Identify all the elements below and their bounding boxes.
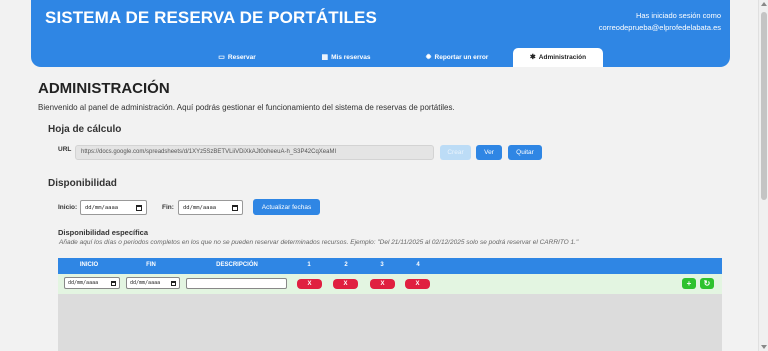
col-fin: FIN <box>146 262 156 268</box>
session-email: correodeprueba@elprofedelabata.es <box>598 23 721 32</box>
end-label: Fin: <box>162 204 174 211</box>
gear-icon: ✱ <box>529 54 536 61</box>
main-nav: ▭ Reservar ▦ Mis reservas ✹ Reportar un … <box>183 48 603 67</box>
tab-reportar-error[interactable]: ✹ Reportar un error <box>401 48 513 67</box>
resource-2-toggle[interactable]: X <box>333 279 358 289</box>
tab-label: Mis reservas <box>331 54 371 61</box>
resource-4-toggle[interactable]: X <box>405 279 430 289</box>
calendar-icon <box>111 280 116 286</box>
calendar-icon <box>171 280 176 286</box>
tab-administracion[interactable]: ✱ Administración <box>513 48 603 67</box>
url-label: URL <box>58 146 72 153</box>
tab-label: Reportar un error <box>434 54 489 61</box>
date-placeholder: dd/mm/aaaa <box>85 204 119 211</box>
remove-button[interactable]: Quitar <box>508 145 542 160</box>
view-button[interactable]: Ver <box>476 145 502 160</box>
availability-section-title: Disponibilidad <box>48 178 117 189</box>
bug-icon: ✹ <box>425 54 432 61</box>
tab-mis-reservas[interactable]: ▦ Mis reservas <box>291 48 401 67</box>
start-date-input[interactable]: dd/mm/aaaa <box>80 200 147 215</box>
calendar-icon: ▦ <box>321 54 329 61</box>
laptop-icon: ▭ <box>218 54 225 61</box>
scroll-down-icon[interactable] <box>761 345 767 349</box>
resource-1-toggle[interactable]: X <box>297 279 322 289</box>
session-info: Has iniciado sesión como correodeprueba@… <box>599 10 721 34</box>
row-description-input[interactable] <box>186 278 287 289</box>
col-resource-2: 2 <box>344 262 348 268</box>
specific-availability-title: Disponibilidad específica <box>58 228 149 237</box>
col-resource-4: 4 <box>416 262 420 268</box>
welcome-text: Bienvenido al panel de administración. A… <box>38 103 455 112</box>
row-end-date-input[interactable]: dd/mm/aaaa <box>126 277 180 289</box>
page-scrollbar[interactable] <box>758 0 768 351</box>
app-title: SISTEMA DE RESERVA DE PORTÁTILES <box>45 8 377 27</box>
update-dates-button[interactable]: Actualizar fechas <box>253 199 320 215</box>
add-row-button[interactable]: + <box>682 278 696 289</box>
refresh-row-button[interactable]: ↻ <box>700 278 714 289</box>
spreadsheet-url-field[interactable]: https://docs.google.com/spreadsheets/d/1… <box>75 145 434 160</box>
col-resource-3: 3 <box>380 262 384 268</box>
table-header: INICIO FIN DESCRIPCIÓN 1 2 3 4 <box>58 258 722 274</box>
scroll-up-icon[interactable] <box>761 2 767 6</box>
end-date-input[interactable]: dd/mm/aaaa <box>178 200 243 215</box>
tab-label: Administración <box>538 54 587 61</box>
tab-label: Reservar <box>227 54 256 61</box>
resource-3-toggle[interactable]: X <box>370 279 395 289</box>
date-placeholder: dd/mm/aaaa <box>130 280 161 286</box>
tab-reservar[interactable]: ▭ Reservar <box>183 48 291 67</box>
date-placeholder: dd/mm/aaaa <box>183 204 217 211</box>
table-row: dd/mm/aaaa dd/mm/aaaa X X X X + ↻ <box>58 274 722 294</box>
calendar-icon <box>136 204 142 211</box>
scrollbar-thumb[interactable] <box>761 12 767 200</box>
col-descripcion: DESCRIPCIÓN <box>216 262 258 268</box>
specific-availability-hint: Añade aquí los días o periodos completos… <box>59 239 579 246</box>
row-start-date-input[interactable]: dd/mm/aaaa <box>64 277 120 289</box>
availability-table: INICIO FIN DESCRIPCIÓN 1 2 3 4 dd/mm/aaa… <box>58 258 722 351</box>
col-inicio: INICIO <box>79 262 99 268</box>
session-label: Has iniciado sesión como <box>635 11 721 20</box>
spreadsheet-section-title: Hoja de cálculo <box>48 124 122 135</box>
page-title: ADMINISTRACIÓN <box>38 80 170 97</box>
app-header: SISTEMA DE RESERVA DE PORTÁTILES Has ini… <box>31 0 730 67</box>
col-resource-1: 1 <box>307 262 311 268</box>
start-label: Inicio: <box>58 204 78 211</box>
calendar-icon <box>232 204 238 211</box>
create-button[interactable]: Crear <box>440 145 471 160</box>
date-placeholder: dd/mm/aaaa <box>68 280 99 286</box>
